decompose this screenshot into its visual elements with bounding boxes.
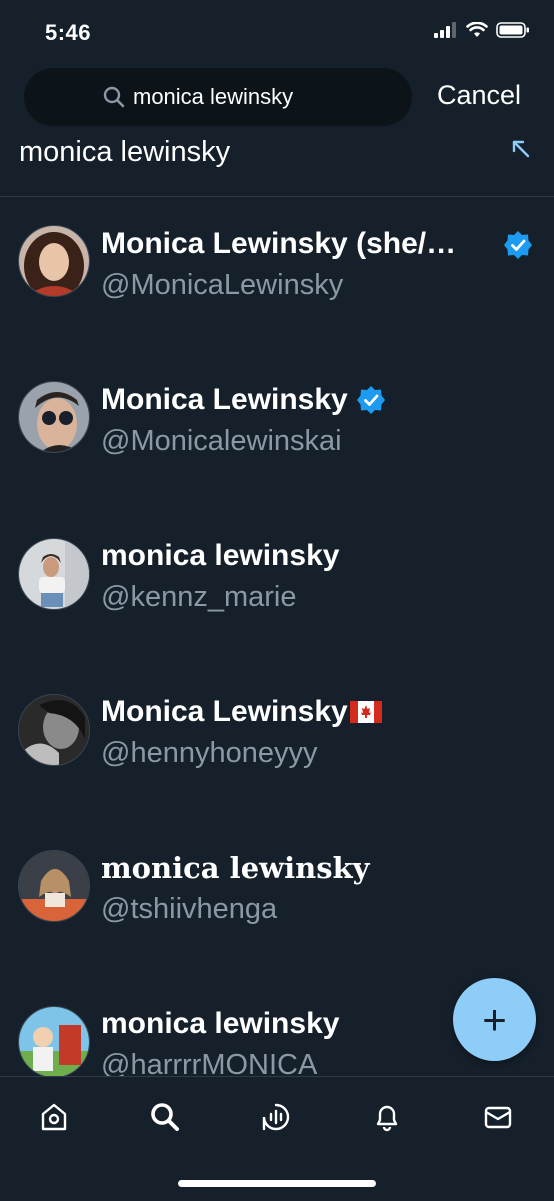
mail-icon bbox=[482, 1101, 514, 1138]
result-handle: @tshiivhenga bbox=[101, 893, 278, 925]
search-icon bbox=[103, 86, 125, 108]
wifi-icon bbox=[466, 21, 488, 43]
home-indicator bbox=[178, 1180, 376, 1187]
result-name-text: monica lewinsky bbox=[101, 539, 340, 572]
spaces-icon bbox=[260, 1101, 292, 1138]
list-item[interactable]: Monica Lewinsky @hennyhoneyyy bbox=[0, 665, 554, 821]
avatar bbox=[18, 225, 90, 297]
status-time: 5:46 bbox=[45, 20, 92, 45]
status-bar: 5:46 bbox=[0, 0, 554, 66]
result-name-text: monica lewinsky bbox=[101, 1007, 340, 1040]
suggestion-text: monica lewinsky bbox=[19, 136, 231, 168]
result-name: monica lewinsky bbox=[101, 539, 339, 573]
avatar bbox=[18, 850, 90, 922]
canada-flag-icon bbox=[349, 701, 382, 723]
avatar bbox=[18, 381, 90, 453]
result-handle: @Monicalewinskai bbox=[101, 425, 342, 457]
tab-search[interactable] bbox=[145, 1099, 185, 1139]
result-name-text: Monica Lewinsky bbox=[101, 383, 348, 416]
list-item[interactable]: Monica Lewinsky @Monicalewinskai bbox=[0, 353, 554, 509]
tab-home[interactable] bbox=[34, 1099, 74, 1139]
list-item[interactable]: monica lewinsky @tshiivhenga bbox=[0, 821, 554, 977]
plus-icon: + bbox=[482, 995, 507, 1043]
avatar bbox=[18, 694, 90, 766]
verified-badge-icon bbox=[356, 385, 386, 415]
status-icons bbox=[434, 21, 530, 43]
tab-spaces[interactable] bbox=[256, 1099, 296, 1139]
result-name: monica lewinsky bbox=[101, 1007, 339, 1041]
bell-icon bbox=[371, 1101, 403, 1138]
list-item[interactable]: Monica Lewinsky (she/… @MonicaLewinsky bbox=[0, 197, 554, 353]
home-icon bbox=[38, 1101, 70, 1138]
list-item[interactable]: monica lewinsky @kennz_marie bbox=[0, 509, 554, 665]
avatar bbox=[18, 1006, 90, 1077]
result-handle: @kennz_marie bbox=[101, 581, 297, 613]
result-name-text: monica lewinsky bbox=[101, 851, 370, 885]
search-suggestion[interactable]: monica lewinsky bbox=[0, 126, 554, 197]
result-name: Monica Lewinsky bbox=[101, 383, 386, 417]
result-name: monica lewinsky bbox=[101, 851, 369, 885]
battery-icon bbox=[496, 22, 530, 43]
result-name-text: Monica Lewinsky (she/… bbox=[101, 227, 457, 260]
signal-icon bbox=[434, 22, 458, 43]
result-name: Monica Lewinsky bbox=[101, 695, 382, 729]
tab-messages[interactable] bbox=[478, 1099, 518, 1139]
search-header: Cancel bbox=[0, 68, 554, 126]
result-name-text: Monica Lewinsky bbox=[101, 695, 348, 728]
compose-button[interactable]: + bbox=[453, 978, 536, 1061]
result-name: Monica Lewinsky (she/… bbox=[101, 227, 456, 261]
search-icon bbox=[149, 1101, 181, 1138]
tab-notifications[interactable] bbox=[367, 1099, 407, 1139]
result-handle: @hennyhoneyyy bbox=[101, 737, 318, 769]
verified-badge-icon bbox=[503, 230, 533, 260]
arrow-up-left-icon[interactable] bbox=[510, 138, 532, 165]
search-box[interactable] bbox=[24, 68, 412, 126]
search-input[interactable] bbox=[133, 84, 333, 110]
cancel-button[interactable]: Cancel bbox=[437, 80, 521, 111]
result-handle: @MonicaLewinsky bbox=[101, 269, 344, 301]
result-handle: @harrrrMONICA bbox=[101, 1049, 318, 1077]
avatar bbox=[18, 538, 90, 610]
